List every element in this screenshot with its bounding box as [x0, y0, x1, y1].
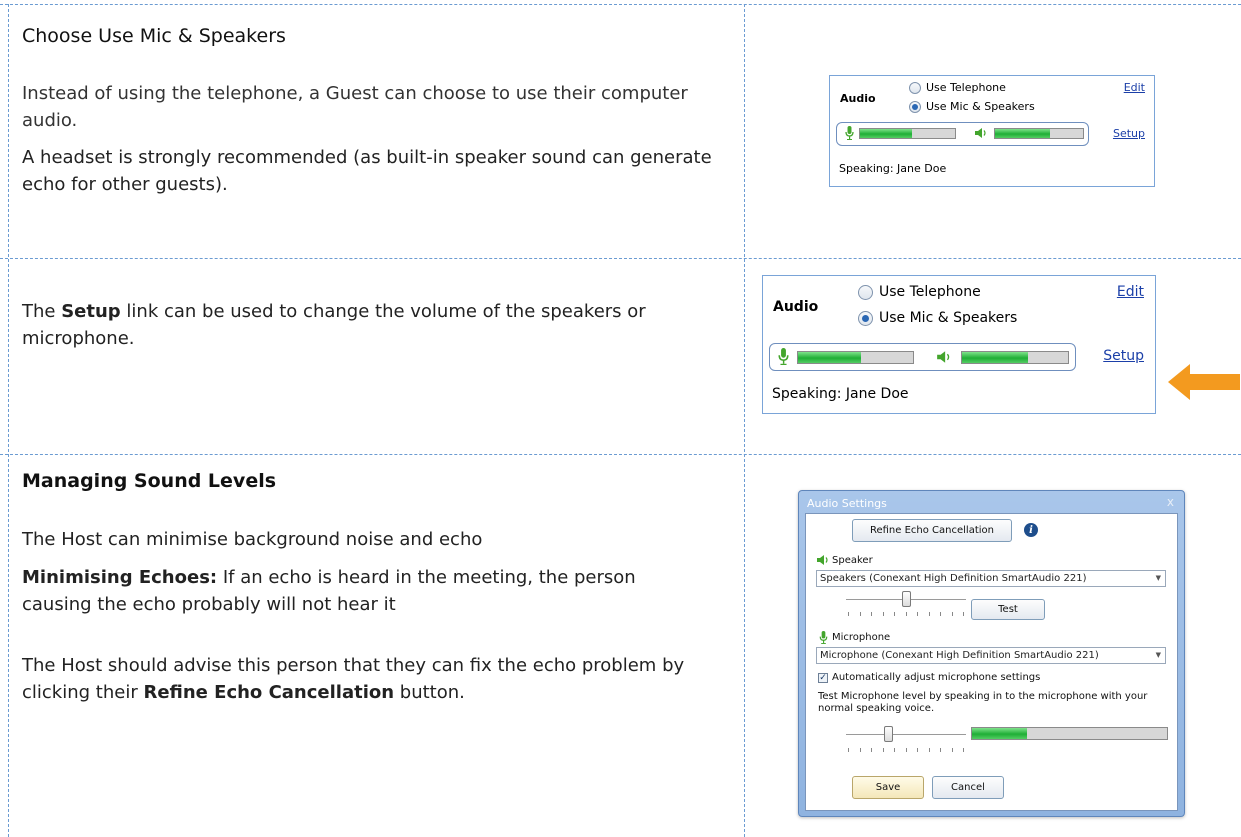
speaker-volume-ticks — [848, 612, 964, 616]
row3-heading: Managing Sound Levels — [22, 470, 277, 492]
row3-para3-post: button. — [394, 682, 465, 703]
speaker-level-fill — [962, 352, 1028, 363]
radio-button[interactable] — [858, 284, 873, 300]
row1-text: Choose Use Mic & Speakers Instead of usi… — [22, 25, 737, 198]
microphone-instructions: Test Microphone level by speaking in to … — [818, 691, 1148, 714]
radio-label: Use Telephone — [926, 81, 1006, 94]
row2-text-bold: Setup — [61, 301, 121, 322]
speaker-icon — [974, 126, 988, 140]
edit-link[interactable]: Edit — [1124, 81, 1145, 94]
microphone-device-value: Microphone (Conexant High Definition Sma… — [820, 650, 1099, 661]
audio-settings-dialog: Audio Settings x Refine Echo Cancellatio… — [798, 490, 1185, 817]
grid-column-divider — [744, 4, 745, 837]
setup-link[interactable]: Setup — [1113, 127, 1145, 140]
row1-paragraph-1: Instead of using the telephone, a Guest … — [22, 83, 688, 131]
dialog-title: Audio Settings — [807, 497, 887, 510]
edit-link[interactable]: Edit — [1117, 284, 1144, 300]
row2-text: The Setup link can be used to change the… — [22, 298, 737, 352]
info-icon[interactable]: i — [1024, 523, 1038, 537]
microphone-icon — [776, 348, 790, 365]
radio-button-selected[interactable] — [858, 310, 873, 326]
microphone-icon — [843, 126, 855, 140]
audio-panel-large: Audio Use Telephone Use Mic & Speakers E… — [762, 275, 1156, 414]
cancel-button[interactable]: Cancel — [932, 776, 1004, 799]
radio-use-telephone[interactable]: Use Telephone — [909, 81, 1006, 94]
radio-use-telephone[interactable]: Use Telephone — [858, 284, 981, 300]
microphone-volume-thumb[interactable] — [884, 726, 893, 742]
refine-echo-cancellation-button[interactable]: Refine Echo Cancellation — [852, 519, 1012, 542]
radio-label: Use Telephone — [879, 284, 981, 300]
grid-row1-divider — [0, 258, 1241, 259]
auto-adjust-checkbox[interactable]: ✓ — [818, 673, 828, 683]
microphone-device-select[interactable]: Microphone (Conexant High Definition Sma… — [816, 647, 1166, 664]
mic-level-fill — [860, 129, 913, 138]
mic-level-fill — [798, 352, 862, 363]
meter-frame — [836, 122, 1089, 146]
auto-adjust-label: Automatically adjust microphone settings — [832, 672, 1041, 683]
radio-button-selected[interactable] — [909, 100, 921, 113]
grid-top-border — [0, 4, 1241, 5]
row2-text-pre: The — [22, 301, 62, 322]
speaker-icon — [816, 554, 830, 566]
speaker-level-meter — [994, 128, 1084, 139]
microphone-icon — [818, 631, 828, 644]
speaker-level-fill — [995, 129, 1050, 138]
radio-button[interactable] — [909, 81, 921, 94]
speaker-icon — [936, 349, 952, 365]
audio-title: Audio — [840, 92, 876, 105]
chevron-down-icon: ▼ — [1155, 574, 1161, 582]
microphone-test-meter — [971, 727, 1168, 740]
row3-paragraph-3: The Host should advise this person that … — [22, 652, 722, 706]
speaker-device-select[interactable]: Speakers (Conexant High Definition Smart… — [816, 570, 1166, 587]
microphone-test-fill — [972, 728, 1027, 739]
save-button[interactable]: Save — [852, 776, 924, 799]
speaker-device-value: Speakers (Conexant High Definition Smart… — [820, 573, 1087, 584]
radio-label: Use Mic & Speakers — [926, 100, 1035, 113]
speaking-status: Speaking: Jane Doe — [839, 162, 947, 175]
microphone-label: Microphone — [832, 632, 891, 643]
close-icon[interactable]: x — [1167, 495, 1174, 509]
microphone-volume-ticks — [848, 748, 964, 752]
microphone-volume-track[interactable] — [846, 734, 966, 735]
speaker-volume-thumb[interactable] — [902, 591, 911, 607]
test-button[interactable]: Test — [971, 599, 1045, 620]
radio-use-mic-speakers[interactable]: Use Mic & Speakers — [909, 100, 1035, 113]
row1-heading: Choose Use Mic & Speakers — [22, 25, 286, 47]
row3-paragraph-2: Minimising Echoes: If an echo is heard i… — [22, 564, 702, 618]
mic-level-meter — [859, 128, 956, 139]
grid-row2-divider — [0, 454, 1241, 455]
row2-paragraph: The Setup link can be used to change the… — [22, 298, 732, 352]
speaker-label: Speaker — [832, 555, 873, 566]
setup-link[interactable]: Setup — [1103, 348, 1144, 364]
chevron-down-icon: ▼ — [1155, 651, 1161, 659]
dialog-body: Refine Echo Cancellation i Speaker Speak… — [805, 513, 1178, 811]
speaker-level-meter — [961, 351, 1069, 364]
speaking-status: Speaking: Jane Doe — [772, 386, 909, 402]
radio-label: Use Mic & Speakers — [879, 310, 1018, 326]
radio-use-mic-speakers[interactable]: Use Mic & Speakers — [858, 310, 1017, 326]
meter-frame — [769, 343, 1076, 371]
row3-para2-bold: Minimising Echoes: — [22, 567, 218, 588]
row1-paragraph-2: A headset is strongly recommended (as bu… — [22, 147, 712, 195]
row3-text: Managing Sound Levels The Host can minim… — [22, 470, 737, 706]
audio-panel-small: Audio Use Telephone Use Mic & Speakers E… — [829, 75, 1155, 187]
row3-para3-bold: Refine Echo Cancellation — [143, 682, 395, 703]
grid-left-border — [8, 4, 9, 837]
arrow-left-icon — [1168, 364, 1240, 400]
row3-paragraph-1: The Host can minimise background noise a… — [22, 529, 483, 550]
mic-level-meter — [797, 351, 914, 364]
audio-title: Audio — [773, 299, 819, 315]
